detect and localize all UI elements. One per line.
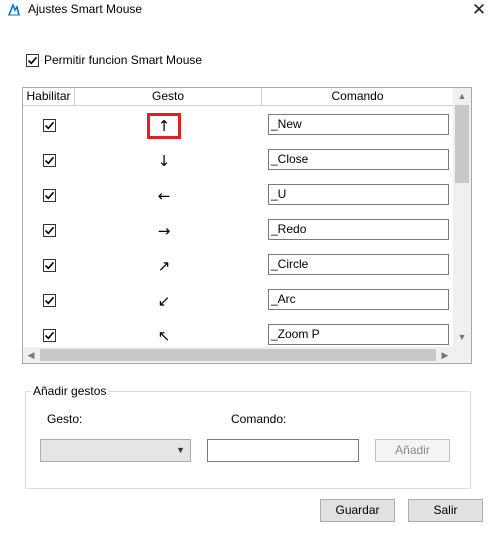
- chevron-down-icon: ▼: [176, 445, 185, 455]
- command-label: Comando:: [231, 412, 287, 426]
- gesture-arrow-down-icon: ↓: [157, 152, 171, 170]
- gesture-arrow-down-left-icon: ↙: [157, 292, 171, 310]
- check-icon: [44, 191, 55, 200]
- row-enabled-checkbox[interactable]: [43, 294, 56, 307]
- command-field[interactable]: _Circle: [268, 254, 449, 275]
- header-gesto[interactable]: Gesto: [75, 88, 262, 106]
- enable-checkbox[interactable]: [26, 54, 39, 67]
- gesture-arrow-up-icon: ↑: [147, 113, 181, 139]
- vertical-scroll-thumb[interactable]: [455, 105, 469, 183]
- gesture-arrow-up-left-icon: ↖: [157, 327, 171, 345]
- command-field[interactable]: _Arc: [268, 289, 449, 310]
- command-field[interactable]: _U: [268, 184, 449, 205]
- check-icon: [44, 296, 55, 305]
- gesture-label: Gesto:: [47, 412, 83, 426]
- command-field[interactable]: _New: [268, 114, 449, 135]
- command-field[interactable]: _Redo: [268, 219, 449, 240]
- window-title: Ajustes Smart Mouse: [28, 2, 143, 16]
- check-icon: [44, 156, 55, 165]
- vertical-scrollbar[interactable]: ▲ ▼: [453, 88, 471, 347]
- scroll-left-icon[interactable]: ◀: [23, 347, 39, 363]
- header-comando[interactable]: Comando: [262, 88, 453, 106]
- row-enabled-checkbox[interactable]: [43, 119, 56, 132]
- save-button[interactable]: Guardar: [320, 499, 395, 522]
- gesture-arrow-up-right-icon: ↗: [157, 257, 171, 275]
- check-icon: [44, 226, 55, 235]
- header-habilitar[interactable]: Habilitar: [23, 88, 75, 106]
- row-enabled-checkbox[interactable]: [43, 154, 56, 167]
- table-row: ↓ _Close: [23, 143, 453, 178]
- row-enabled-checkbox[interactable]: [43, 329, 56, 342]
- enable-label: Permitir funcion Smart Mouse: [44, 53, 203, 67]
- gesture-select[interactable]: ▼: [40, 439, 191, 462]
- add-gesture-group-title: Añadir gestos: [31, 384, 109, 398]
- scroll-down-icon[interactable]: ▼: [453, 329, 471, 345]
- table-row: ← _U: [23, 178, 453, 213]
- gesture-arrow-left-icon: ←: [157, 187, 171, 205]
- row-enabled-checkbox[interactable]: [43, 259, 56, 272]
- app-icon: [7, 2, 21, 17]
- row-enabled-checkbox[interactable]: [43, 224, 56, 237]
- command-field[interactable]: _Zoom P: [268, 324, 449, 345]
- close-icon[interactable]: ✕: [468, 0, 490, 22]
- command-field[interactable]: _Close: [268, 149, 449, 170]
- scroll-right-icon[interactable]: ▶: [437, 347, 453, 363]
- check-icon: [27, 56, 38, 65]
- check-icon: [44, 261, 55, 270]
- add-button[interactable]: Añadir: [375, 439, 450, 462]
- command-input[interactable]: [207, 439, 359, 462]
- horizontal-scroll-thumb[interactable]: [40, 349, 436, 361]
- table-row: → _Redo: [23, 213, 453, 248]
- table-row: ↙ _Arc: [23, 283, 453, 318]
- table-row: ↗ _Circle: [23, 248, 453, 283]
- gesture-grid: Habilitar Gesto Comando ↑ _New ↓ _Close …: [22, 87, 472, 364]
- exit-button[interactable]: Salir: [408, 499, 483, 522]
- scroll-up-icon[interactable]: ▲: [453, 88, 471, 104]
- check-icon: [44, 331, 55, 340]
- scroll-corner: [453, 347, 471, 363]
- table-row: ↑ _New: [23, 108, 453, 143]
- row-enabled-checkbox[interactable]: [43, 189, 56, 202]
- grid-header: Habilitar Gesto Comando: [23, 88, 453, 106]
- title-bar: Ajustes Smart Mouse ✕: [0, 0, 493, 28]
- check-icon: [44, 121, 55, 130]
- horizontal-scrollbar[interactable]: ◀ ▶: [23, 347, 453, 363]
- gesture-arrow-right-icon: →: [157, 222, 171, 240]
